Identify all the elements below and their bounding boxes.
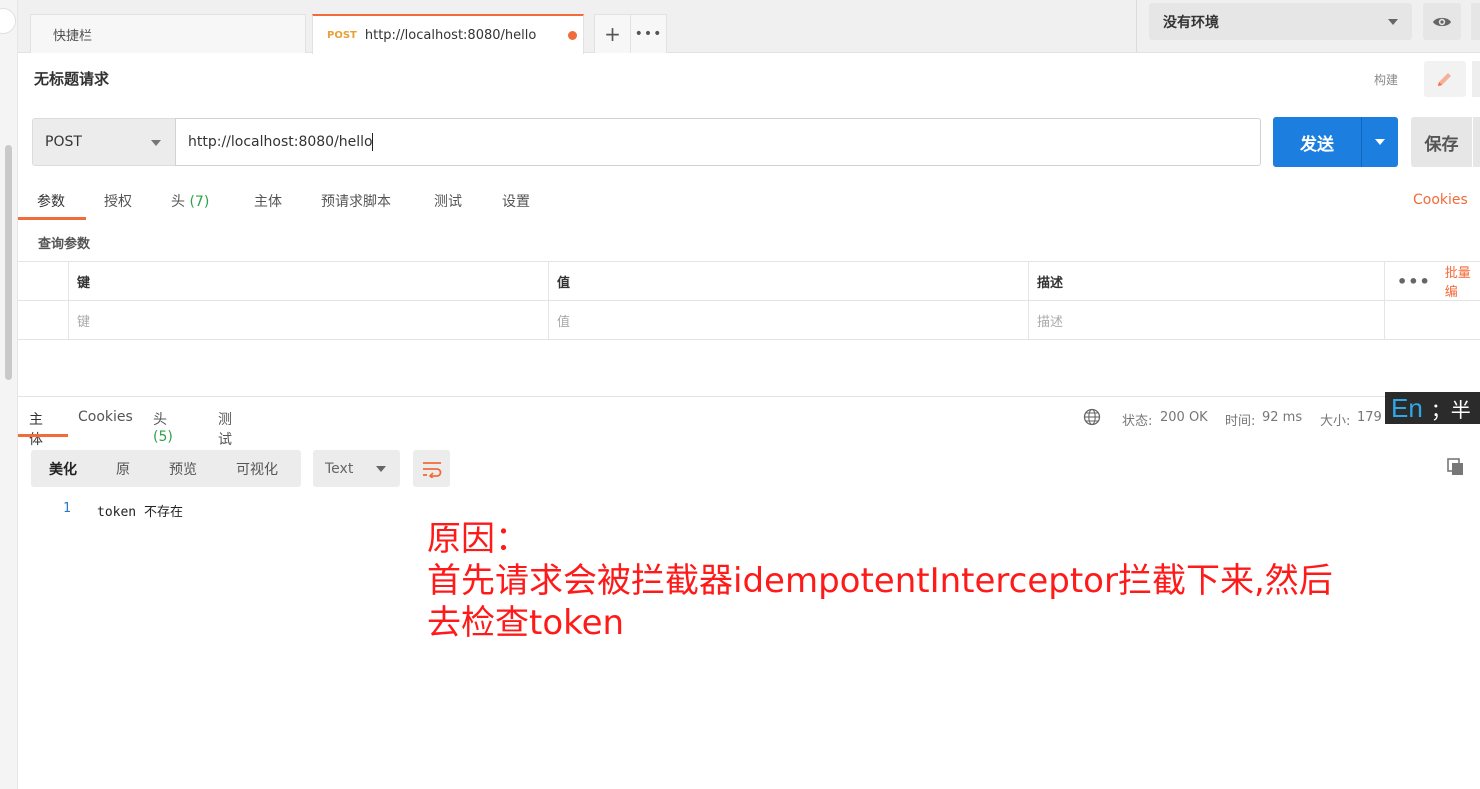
table-row: 键 值 描述 [18,301,1480,340]
time-label: 时间: [1225,414,1256,429]
view-raw-button[interactable]: 原 [116,450,130,487]
annotation-line-3: 去检查token [427,603,625,643]
build-mode-label[interactable]: 构建 [1374,71,1398,88]
chevron-down-icon [1375,139,1385,145]
more-dots-icon: ••• [634,26,663,42]
headers-count: (7) [189,194,210,210]
tab-options-button[interactable]: ••• [630,14,667,53]
status-value[interactable]: 200 OK [1160,410,1208,425]
wrap-lines-icon [422,461,441,478]
format-value: Text [325,460,354,477]
response-body-text[interactable]: token 不存在 [97,501,183,520]
table-actions: ••• 批量编 [1384,262,1480,300]
ime-mode: En [1391,392,1423,423]
annotation-line-1: 原因： [427,519,529,559]
left-scroll-strip [0,0,18,789]
status-label: 状态: [1122,414,1153,429]
row-actions [1384,301,1480,339]
response-divider[interactable] [18,396,1480,397]
wrap-lines-button[interactable] [413,450,450,487]
view-mode-group: 美化 原 预览 可视化 [31,450,301,487]
tab-auth[interactable]: 授权 [104,191,132,211]
request-title[interactable]: 无标题请求 [34,68,109,89]
resp-tab-headers[interactable]: 头 (5) [153,409,173,445]
row-checkbox[interactable] [18,301,68,339]
pencil-icon [1438,73,1451,86]
tab-params[interactable]: 参数 [37,191,65,211]
active-response-tab-indicator [18,434,68,437]
scrollbar-thumb[interactable] [5,145,12,380]
tab-body[interactable]: 主体 [254,191,282,211]
tab-active-request[interactable]: POST http://localhost:8080/hello [312,14,584,54]
environment-label: 没有环境 [1163,14,1219,31]
environment-settings-button[interactable] [1471,3,1480,40]
chevron-down-icon [1388,19,1398,25]
edit-button[interactable] [1424,61,1466,97]
size-label: 大小: [1320,414,1351,429]
tab-quickbar[interactable]: 快捷栏 [30,14,306,53]
resp-tab-cookies[interactable]: Cookies [78,409,133,425]
chevron-down-icon [376,466,386,472]
description-input[interactable]: 描述 [1028,301,1384,339]
tab-tests[interactable]: 测试 [434,191,462,211]
text-cursor [372,133,373,151]
query-params-label: 查询参数 [38,237,91,252]
url-input[interactable] [175,118,1261,166]
new-tab-button[interactable]: + [594,14,631,53]
view-pretty-button[interactable]: 美化 [49,450,77,487]
tab-url-label: http://localhost:8080/hello [364,27,537,43]
view-visualize-button[interactable]: 可视化 [236,450,278,487]
plus-icon: + [604,22,621,46]
cookies-link[interactable]: Cookies [1413,192,1468,208]
globe-icon[interactable] [1083,408,1101,426]
resp-headers-count: (5) [153,429,173,445]
eye-icon [1433,17,1451,26]
tab-headers-label: 头 [171,194,185,210]
time-value[interactable]: 92 ms [1262,410,1302,425]
column-value: 值 [548,262,1028,300]
save-options-button[interactable] [1473,117,1480,167]
tab-headers[interactable]: 头 (7) [171,191,209,211]
environment-quick-look-button[interactable] [1423,3,1461,40]
method-value: POST [45,134,82,150]
tab-pre-request-script[interactable]: 预请求脚本 [321,191,391,211]
view-preview-button[interactable]: 预览 [169,450,197,487]
params-table: 键 值 描述 ••• 批量编 键 值 描述 [18,261,1480,340]
chevron-down-icon [151,140,161,146]
save-button[interactable]: 保存 [1411,117,1472,167]
resp-tab-headers-label: 头 [153,412,167,428]
format-select[interactable]: Text [313,450,400,487]
ime-indicator: En ；半 [1385,392,1480,424]
line-number: 1 [63,501,71,516]
tab-bar: 快捷栏 POST http://localhost:8080/hello + •… [18,0,1136,54]
unsaved-dot-icon [568,31,577,40]
value-input[interactable]: 值 [548,301,1028,339]
request-tabs: 参数 授权 头 (7) 主体 预请求脚本 测试 设置 [18,183,1480,221]
save-label: 保存 [1424,134,1459,155]
side-panel-edge [1472,61,1480,97]
ime-extra: ；半 [1430,397,1471,422]
copy-icon[interactable] [1446,457,1466,477]
environment-bar: 没有环境 [1136,0,1480,53]
annotation-line-2: 首先请求会被拦截器idempotentInterceptor拦截下来,然后 [427,561,1333,601]
tab-settings[interactable]: 设置 [502,191,530,211]
method-select[interactable]: POST [32,118,175,166]
send-label: 发送 [1300,134,1334,155]
send-options-button[interactable] [1361,117,1398,167]
annotation-text: 原因： 首先请求会被拦截器idempotentInterceptor拦截下来,然… [427,518,1333,644]
active-tab-indicator [18,217,86,220]
send-button[interactable]: 发送 [1273,117,1361,167]
key-input[interactable]: 键 [68,301,548,339]
table-header-row: 键 值 描述 ••• 批量编 [18,262,1480,301]
tab-method-badge: POST [327,29,357,41]
sidebar-toggle[interactable] [0,8,16,34]
resp-tab-body[interactable]: 主体 [29,409,43,449]
environment-select[interactable]: 没有环境 [1149,3,1412,40]
row-checkbox-column [18,262,68,300]
bulk-edit-link[interactable]: 批量编 [1445,262,1480,300]
tab-quickbar-label: 快捷栏 [53,28,93,44]
more-dots-icon[interactable]: ••• [1397,272,1431,291]
column-key: 键 [68,262,548,300]
column-description: 描述 [1028,262,1384,300]
